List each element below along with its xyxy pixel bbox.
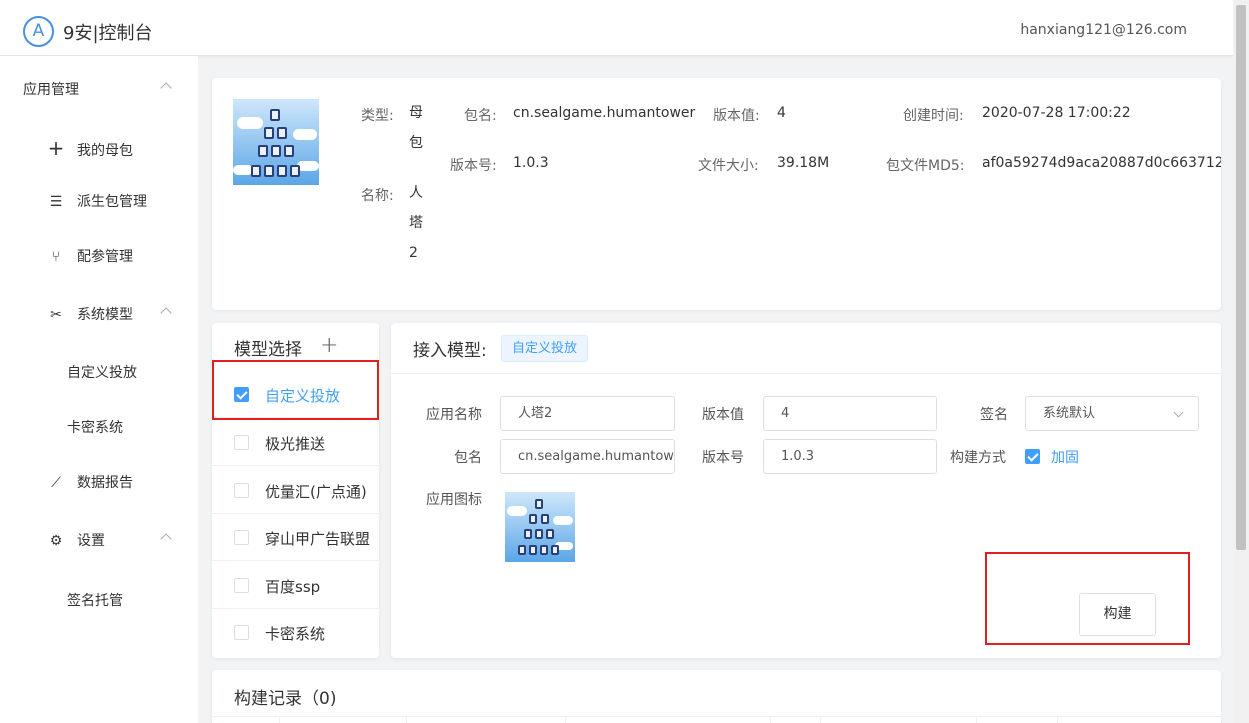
file-size-value: 39.18M — [777, 155, 830, 171]
version-value-label: 版本值: — [713, 108, 760, 124]
model-item-label: 卡密系统 — [265, 625, 326, 643]
chevron-down-icon — [1173, 407, 1184, 418]
app-name-label: 应用名称 — [426, 407, 482, 423]
version-value-label: 版本值 — [702, 407, 744, 423]
sidebar-item-my-package[interactable]: + 我的母包 — [45, 136, 133, 160]
name-value-char: 2 — [409, 245, 418, 261]
model-item-label: 极光推送 — [265, 435, 326, 453]
sidebar-item-config-management[interactable]: ⑂ 配参管理 — [45, 246, 133, 266]
checkbox[interactable] — [234, 483, 249, 498]
model-select-title: 模型选择 — [234, 340, 302, 360]
checkbox[interactable] — [234, 530, 249, 545]
version-number-label: 版本号 — [702, 450, 744, 466]
sidebar-item-label: 系统模型 — [77, 307, 133, 323]
package-name-label: 包名: — [464, 108, 497, 124]
package-name-input[interactable]: cn.sealgame.humantower — [500, 439, 675, 474]
sidebar-item-card-system[interactable]: 卡密系统 — [67, 417, 123, 437]
plus-icon: + — [47, 136, 65, 160]
name-label: 名称: — [361, 188, 394, 204]
sidebar-group-settings[interactable]: ⚙ 设置 — [45, 530, 105, 550]
package-info-card: 类型: 母 包 名称: 人 塔 2 包名: cn.sealgame.humant… — [212, 78, 1221, 310]
model-item-label: 优量汇(广点通) — [265, 483, 367, 501]
model-item-baidu-ssp[interactable]: 百度ssp — [212, 562, 379, 609]
list-icon: ☰ — [49, 194, 63, 210]
name-value-char: 塔 — [409, 215, 423, 231]
logo-icon: A — [23, 16, 54, 47]
model-item-label: 穿山甲广告联盟 — [265, 530, 371, 548]
app-name-input[interactable]: 人塔2 — [500, 396, 675, 431]
type-label: 类型: — [361, 108, 394, 124]
chevron-up-icon[interactable] — [160, 307, 172, 319]
created-time-value: 2020-07-28 17:00:22 — [982, 105, 1131, 121]
model-item-youlianghui[interactable]: 优量汇(广点通) — [212, 467, 379, 514]
name-value: 人 塔 2 — [409, 178, 425, 268]
model-item-jpush[interactable]: 极光推送 — [212, 419, 379, 466]
sidebar-item-custom-ad[interactable]: 自定义投放 — [67, 362, 137, 382]
build-mode-label: 构建方式 — [950, 450, 1006, 466]
md5-value: af0a59274d9aca20887d0c663712e — [982, 155, 1221, 171]
file-size-label: 文件大小: — [698, 158, 759, 174]
records-table-header — [212, 716, 1221, 723]
sidebar-item-signature-hosting[interactable]: 签名托管 — [67, 590, 123, 610]
version-number-label: 版本号: — [450, 158, 497, 174]
app-icon-label: 应用图标 — [426, 492, 482, 508]
sidebar-item-label: 派生包管理 — [77, 194, 147, 210]
checkbox[interactable] — [234, 625, 249, 640]
model-item-label: 百度ssp — [265, 578, 321, 596]
package-name-label: 包名 — [454, 450, 482, 466]
app-title[interactable]: 9安|控制台 — [63, 19, 153, 45]
signature-select[interactable]: 系统默认 — [1025, 396, 1199, 431]
sidebar-group-system-model[interactable]: ✂ 系统模型 — [45, 304, 133, 324]
branch-icon: ⑂ — [51, 249, 61, 265]
signature-label: 签名 — [980, 407, 1008, 423]
sidebar-item-label: 我的母包 — [77, 143, 133, 159]
chevron-up-icon[interactable] — [160, 533, 172, 545]
sidebar-item-label: 配参管理 — [77, 249, 133, 265]
version-number-input[interactable]: 1.0.3 — [763, 439, 937, 474]
sidebar: 应用管理 + 我的母包 ☰ 派生包管理 ⑂ 配参管理 ✂ 系统模型 自定义投放 卡密系统… — [0, 56, 198, 723]
build-records-title: 构建记录（0) — [234, 689, 337, 709]
gear-icon: ⚙ — [49, 533, 63, 549]
version-number-value: 1.0.3 — [513, 155, 549, 171]
checkbox[interactable] — [234, 578, 249, 593]
scrollbar-thumb[interactable] — [1236, 5, 1246, 550]
package-name-value: cn.sealgame.humantower — [513, 105, 696, 121]
divider — [391, 373, 1221, 374]
checkbox[interactable] — [234, 435, 249, 450]
app-icon-image — [233, 99, 319, 185]
model-item-card-system[interactable]: 卡密系统 — [212, 609, 379, 656]
access-model-title: 接入模型: — [413, 341, 487, 361]
sidebar-group-app-management[interactable]: 应用管理 — [23, 79, 79, 99]
add-model-icon[interactable]: + — [320, 333, 338, 358]
sidebar-item-label: 设置 — [77, 533, 105, 549]
app-icon-image — [505, 492, 575, 562]
reinforce-checkbox[interactable] — [1025, 449, 1040, 464]
type-value-char: 包 — [409, 135, 423, 151]
sidebar-item-data-report[interactable]: ⟋ 数据报告 — [45, 472, 133, 492]
sidebar-item-derived-packages[interactable]: ☰ 派生包管理 — [45, 191, 147, 211]
version-value-value: 4 — [777, 105, 786, 121]
user-email[interactable]: hanxiang121@126.com — [1020, 22, 1187, 38]
signature-selected-value: 系统默认 — [1043, 406, 1096, 421]
page-scrollbar[interactable] — [1233, 0, 1249, 723]
type-value: 母 包 — [409, 98, 425, 158]
tools-icon: ✂ — [50, 307, 62, 323]
build-records-card: 构建记录（0) — [212, 670, 1221, 723]
sidebar-item-label: 数据报告 — [77, 475, 133, 491]
chevron-up-icon[interactable] — [160, 82, 172, 94]
name-value-char: 人 — [409, 185, 423, 201]
md5-label: 包文件MD5: — [886, 158, 965, 174]
created-time-label: 创建时间: — [903, 108, 964, 124]
type-value-char: 母 — [409, 105, 423, 121]
top-header: A 9安|控制台 hanxiang121@126.com — [0, 0, 1233, 56]
highlight-box — [212, 360, 379, 420]
model-item-pangle[interactable]: 穿山甲广告联盟 — [212, 514, 379, 561]
line-chart-icon: ⟋ — [51, 475, 61, 491]
highlight-box — [985, 552, 1190, 645]
reinforce-option-label[interactable]: 加固 — [1051, 447, 1079, 467]
model-tag: 自定义投放 — [501, 335, 589, 362]
version-value-input[interactable]: 4 — [763, 396, 937, 431]
